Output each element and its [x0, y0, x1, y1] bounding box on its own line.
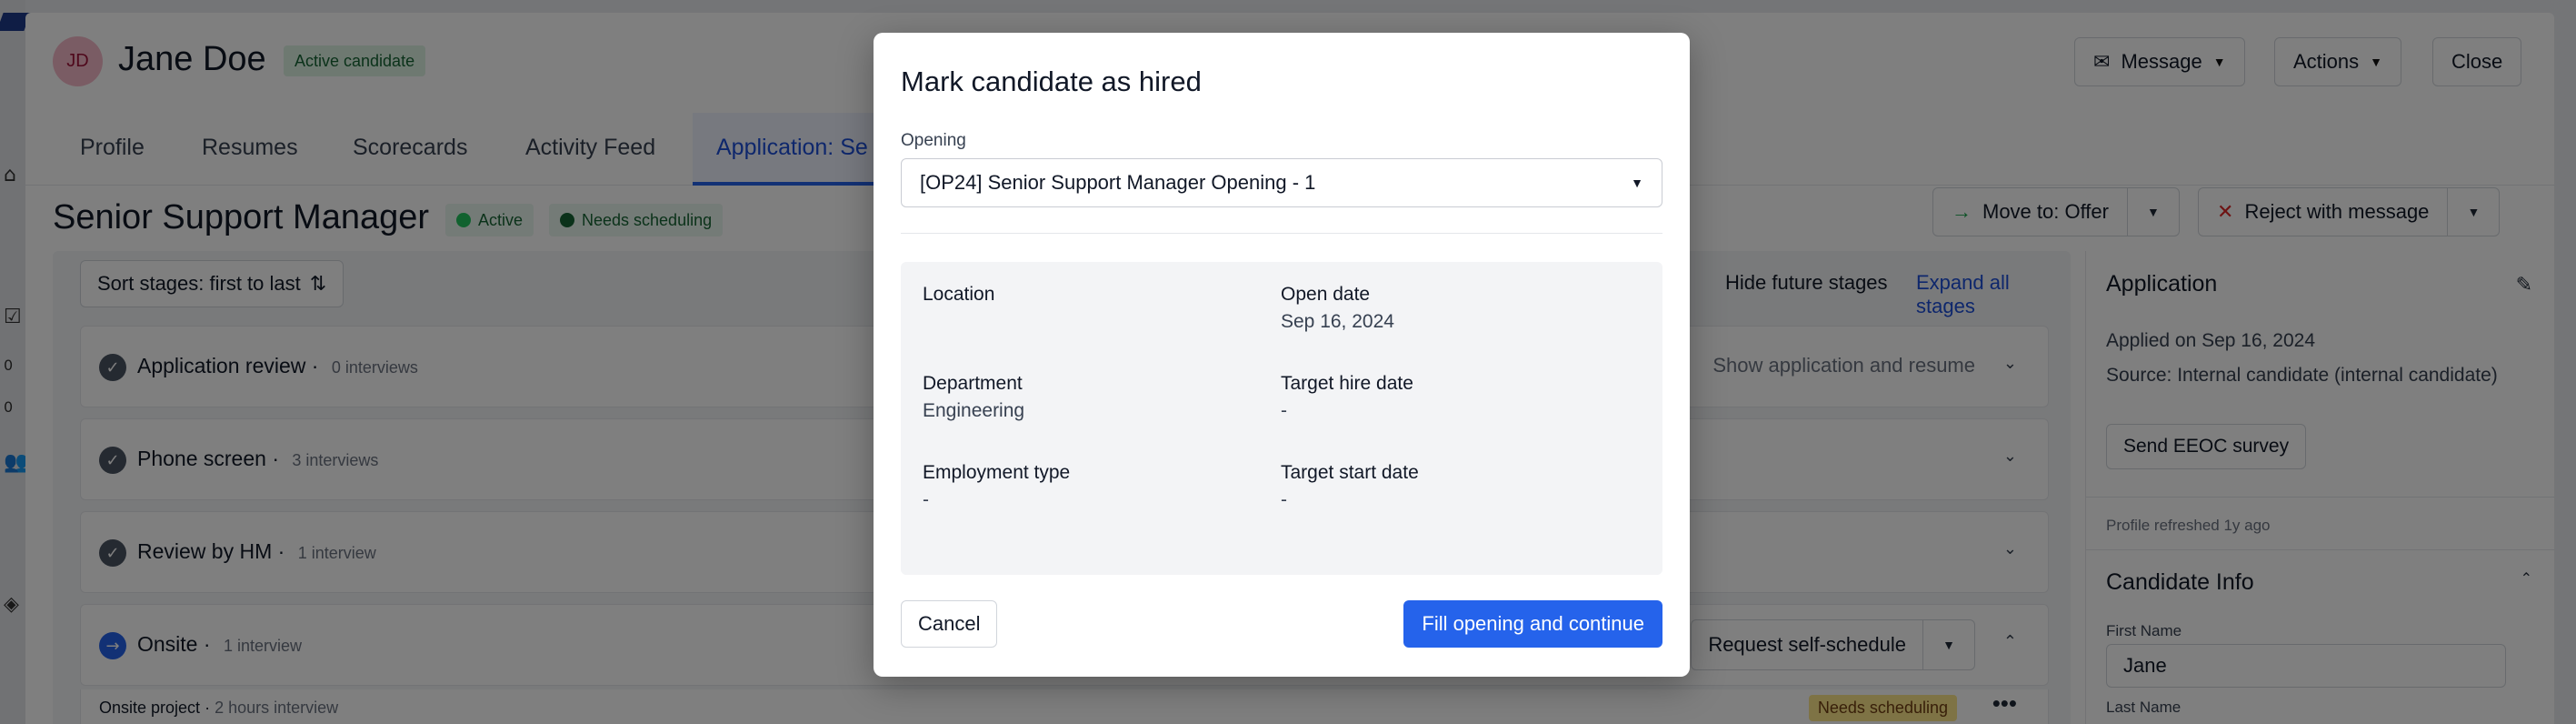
mark-hired-modal: Mark candidate as hired Opening [OP24] S…	[874, 33, 1690, 677]
target-hire-cell: Target hire date -	[1281, 373, 1626, 422]
opening-details: Location Open date Sep 16, 2024 Departme…	[901, 262, 1662, 575]
employment-type-label: Employment type	[923, 462, 1071, 483]
target-start-cell: Target start date -	[1281, 462, 1626, 511]
target-start-label: Target start date	[1281, 462, 1419, 483]
cancel-button[interactable]: Cancel	[901, 600, 998, 648]
department-label: Department	[923, 373, 1023, 394]
open-date-label: Open date	[1281, 284, 1371, 305]
target-hire-value: -	[1281, 400, 1287, 421]
department-value: Engineering	[923, 400, 1025, 421]
location-label: Location	[923, 284, 995, 305]
chevron-down-icon: ▼	[1631, 176, 1643, 190]
opening-label: Opening	[901, 131, 966, 150]
open-date-cell: Open date Sep 16, 2024	[1281, 284, 1626, 333]
target-start-value: -	[1281, 489, 1287, 510]
location-cell: Location	[923, 284, 1268, 311]
fill-opening-button[interactable]: Fill opening and continue	[1403, 600, 1662, 648]
open-date-value: Sep 16, 2024	[1281, 311, 1394, 332]
divider	[901, 233, 1662, 234]
opening-select[interactable]: [OP24] Senior Support Manager Opening - …	[901, 158, 1662, 207]
modal-title: Mark candidate as hired	[901, 65, 1202, 97]
opening-value: [OP24] Senior Support Manager Opening - …	[920, 171, 1316, 194]
employment-type-value: -	[923, 489, 929, 510]
target-hire-label: Target hire date	[1281, 373, 1413, 394]
employment-type-cell: Employment type -	[923, 462, 1268, 511]
department-cell: Department Engineering	[923, 373, 1268, 422]
